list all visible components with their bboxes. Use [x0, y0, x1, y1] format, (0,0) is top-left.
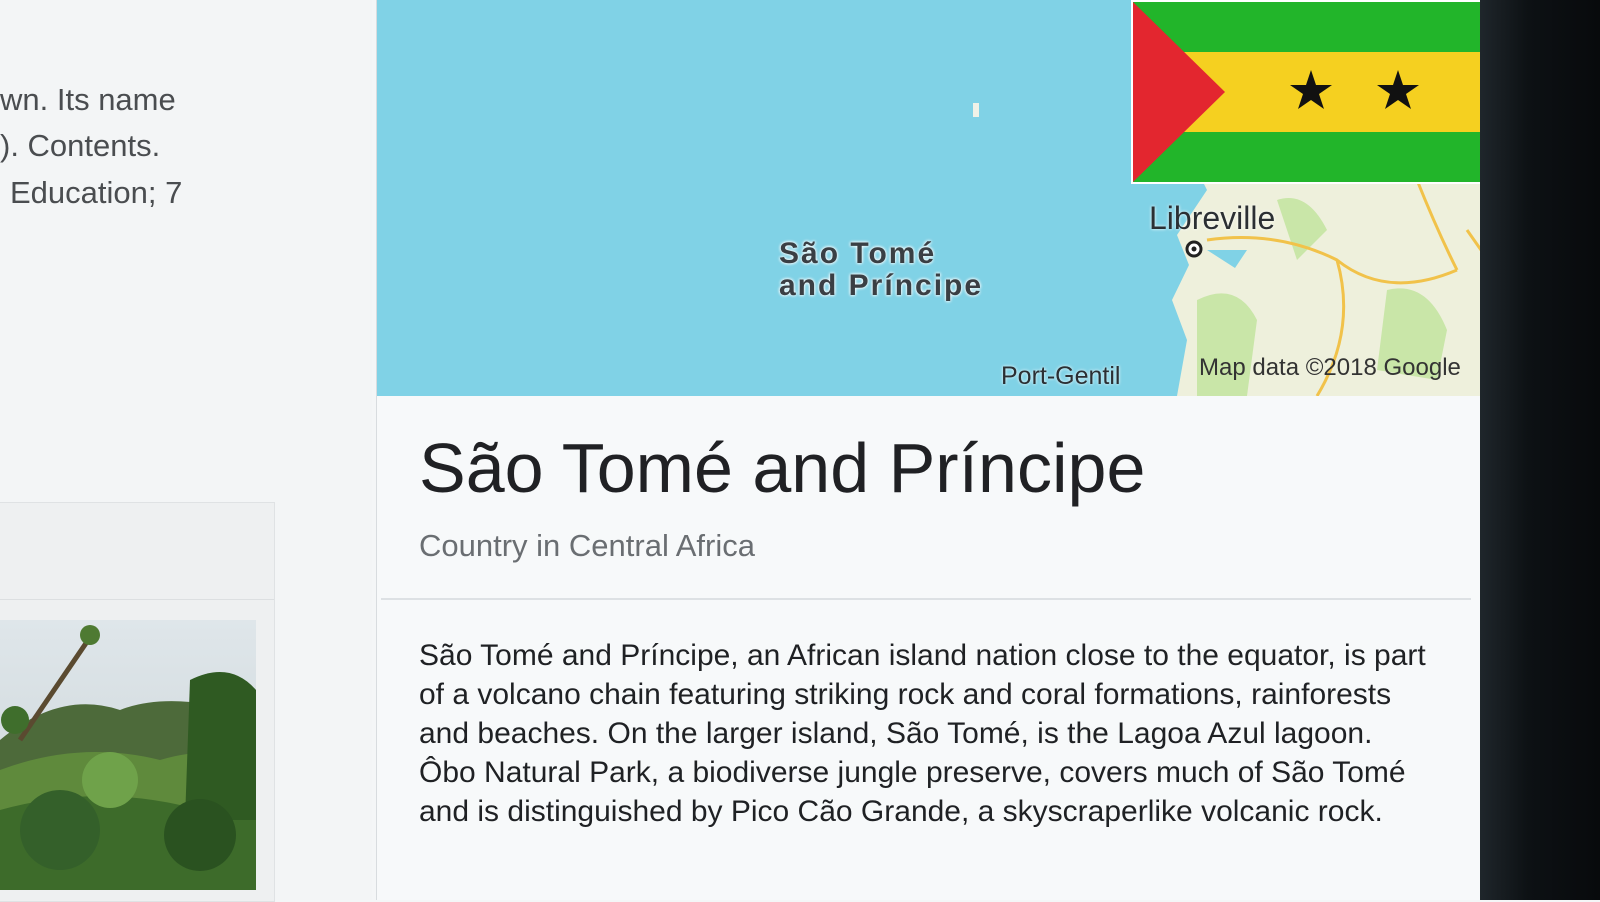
monitor-bezel [1480, 0, 1600, 900]
knowledge-panel: São Tomé and Príncipe Libreville Port-Ge… [376, 0, 1481, 900]
result-snippet-line-2: ). Contents. [0, 128, 161, 163]
island-landscape-photo[interactable] [0, 620, 256, 890]
city-label-port-gentil: Port-Gentil [1001, 362, 1121, 390]
entity-subtitle: Country in Central Africa [419, 528, 755, 563]
search-results-column: wn. Its name ). Contents. Education; 7 [0, 0, 372, 902]
principe-island [973, 103, 979, 117]
country-map-label-line1: São Tomé [779, 237, 937, 270]
entity-description: São Tomé and Príncipe, an African island… [419, 639, 1426, 828]
result-snippet-line-3[interactable]: Education; 7 [10, 175, 182, 211]
country-map-label-line2: and Príncipe [779, 269, 984, 302]
result-snippet-line-1: wn. Its name [0, 82, 176, 117]
panel-divider [381, 598, 1471, 600]
map-attribution[interactable]: Map data ©2018 Google [1199, 354, 1461, 382]
sao-tome-flag-icon[interactable] [1131, 0, 1481, 184]
image-card-header [0, 503, 274, 600]
entity-title: São Tomé and Príncipe [419, 429, 1146, 507]
city-label-libreville: Libreville [1149, 200, 1276, 236]
map-view[interactable]: São Tomé and Príncipe Libreville Port-Ge… [377, 0, 1481, 396]
